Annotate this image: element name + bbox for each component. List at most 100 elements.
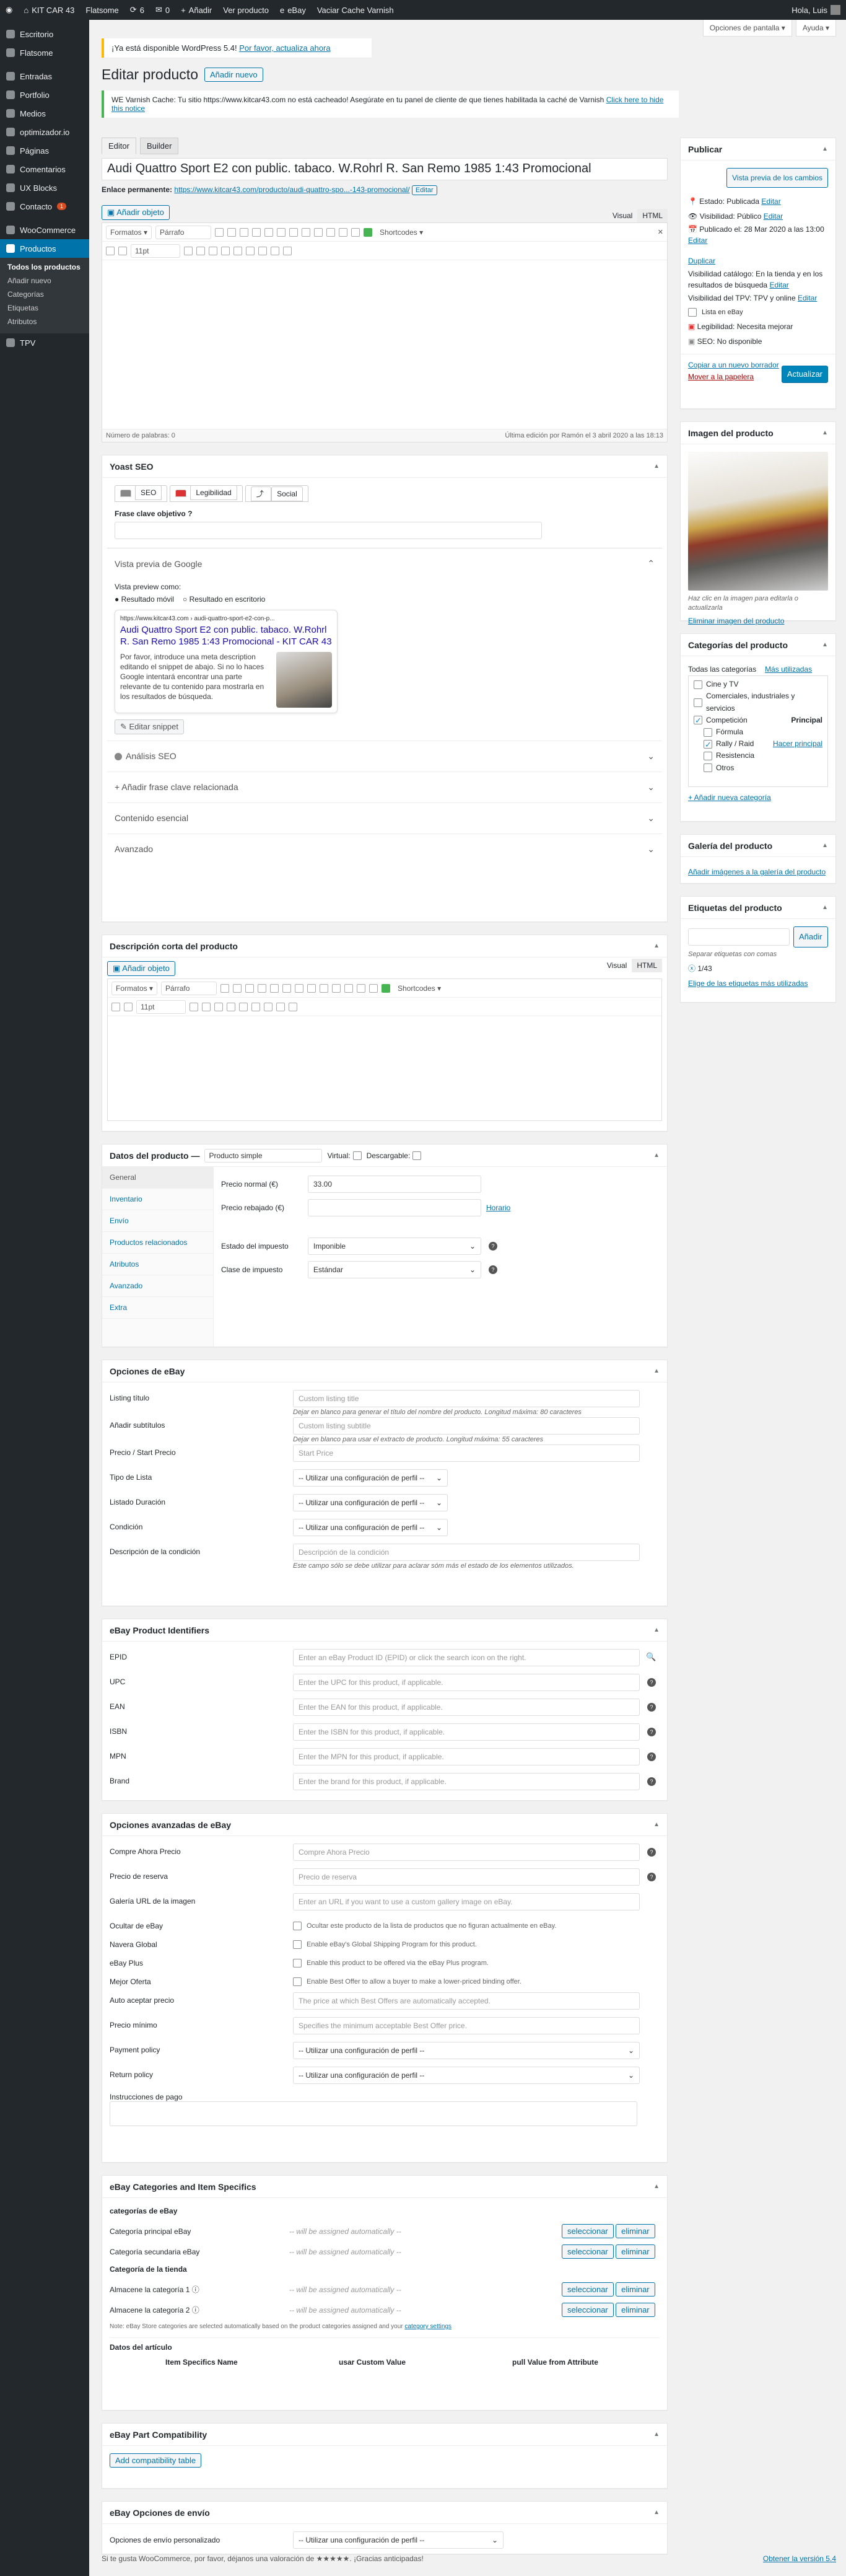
pd-tab-extra[interactable]: Extra	[102, 1297, 213, 1319]
tab-builder[interactable]: Builder	[139, 138, 179, 154]
visual-tab[interactable]: Visual	[608, 209, 637, 222]
category-item[interactable]: CompeticiónPrincipal	[694, 714, 822, 728]
paste-text-icon[interactable]	[196, 246, 205, 255]
remove-store-cat-1-button[interactable]: eliminar	[616, 2282, 655, 2297]
ebay-adv-checkbox-row[interactable]: Ocultar este producto de la lista de pro…	[293, 1918, 640, 1930]
toolbar-toggle-icon[interactable]	[351, 227, 360, 237]
undo-icon[interactable]	[258, 246, 267, 255]
short-paragraph-dropdown[interactable]: Párrafo	[161, 981, 217, 995]
ebay-adv-input[interactable]: The price at which Best Offers are autom…	[293, 1992, 640, 2010]
ebay-adv-checkbox[interactable]	[293, 1977, 302, 1986]
brand-input[interactable]: Enter the brand for this product, if app…	[293, 1773, 640, 1790]
redo-icon[interactable]	[271, 246, 279, 255]
link-icon[interactable]	[314, 227, 323, 237]
yoast-tab-social[interactable]: ⤴ Social	[245, 485, 308, 502]
sidebar-item-ux-blocks[interactable]: UX Blocks	[0, 178, 89, 197]
short-html-tab[interactable]: HTML	[632, 959, 662, 972]
align-right-icon[interactable]	[302, 227, 311, 237]
ebay-adv-input[interactable]: Specifies the minimum acceptable Best Of…	[293, 2017, 640, 2034]
category-item[interactable]: Cine y TV	[694, 679, 822, 690]
preview-changes-button[interactable]: Vista previa de los cambios	[726, 168, 828, 188]
listing-subtitle-input[interactable]: Custom listing subtitle	[293, 1417, 640, 1435]
sidebar-item-portfolio[interactable]: Portfolio	[0, 86, 89, 104]
upc-input[interactable]: Enter the UPC for this product, if appli…	[293, 1674, 640, 1691]
more-tag-icon[interactable]	[339, 227, 348, 237]
remove-image-link[interactable]: Eliminar imagen del producto	[688, 617, 784, 625]
updates-link[interactable]: ⟳ 6	[124, 5, 150, 15]
bold-icon[interactable]	[215, 227, 224, 237]
mpn-input[interactable]: Enter the MPN for this product, if appli…	[293, 1748, 640, 1765]
short-shortcodes-dropdown[interactable]: Shortcodes ▾	[394, 982, 445, 995]
short-add-media-button[interactable]: ▣ Añadir objeto	[107, 961, 175, 976]
align-left-icon[interactable]	[282, 983, 292, 993]
strikethrough-icon[interactable]	[111, 1002, 120, 1011]
tab-all-categories[interactable]: Todas las categorías	[688, 664, 756, 675]
listing-duration-select[interactable]: -- Utilizar una configuración de perfil …	[293, 1494, 448, 1511]
ebay-link[interactable]: e eBay	[274, 6, 312, 15]
yoast-header[interactable]: Yoast SEO ▲	[102, 455, 667, 478]
link-icon[interactable]	[320, 983, 329, 993]
remove-tag-icon[interactable]: ⓧ	[688, 964, 697, 973]
product-type-select[interactable]: Producto simple	[204, 1148, 323, 1163]
category-checkbox[interactable]	[694, 714, 702, 728]
quote-icon[interactable]	[270, 983, 279, 993]
wp-logo-icon[interactable]: ◉	[0, 5, 18, 15]
italic-icon[interactable]	[233, 983, 242, 993]
add-category-link[interactable]: + Añadir nueva categoría	[688, 792, 828, 804]
align-center-icon[interactable]	[295, 983, 304, 993]
tab-editor[interactable]: Editor	[102, 138, 136, 154]
category-item[interactable]: Otros	[694, 762, 822, 774]
publish-header[interactable]: Publicar ▲	[681, 138, 835, 160]
permalink-edit-button[interactable]: Editar	[411, 185, 437, 195]
seo-analysis-header[interactable]: Análisis SEO ⌄	[107, 740, 662, 771]
question-icon[interactable]: ?	[188, 509, 192, 518]
select-store-cat-1-button[interactable]: seleccionar	[562, 2282, 614, 2297]
condition-select[interactable]: -- Utilizar una configuración de perfil …	[293, 1519, 448, 1536]
ebay-adv-input[interactable]: Enter an URL if you want to use a custom…	[293, 1893, 640, 1910]
clear-format-icon[interactable]	[209, 246, 217, 255]
yoast-tab-seo[interactable]: SEO	[115, 485, 168, 502]
radio-mobile[interactable]: ● Resultado móvil	[115, 595, 174, 604]
pd-tab-inventory[interactable]: Inventario	[102, 1189, 213, 1210]
isbn-input[interactable]: Enter the ISBN for this product, if appl…	[293, 1723, 640, 1741]
sidebar-item-medios[interactable]: Medios	[0, 104, 89, 123]
bullet-list-icon[interactable]	[245, 983, 255, 993]
align-left-icon[interactable]	[277, 227, 286, 237]
category-checkbox[interactable]	[704, 728, 712, 737]
numbered-list-icon[interactable]	[252, 227, 261, 237]
choose-tags-link[interactable]: Elige de las etiquetas más utilizadas	[688, 979, 808, 988]
account-menu[interactable]: Hola, Luis	[786, 5, 846, 15]
paste-text-icon[interactable]	[202, 1002, 211, 1011]
footer-version-link[interactable]: Obtener la versión 5.4	[763, 2554, 836, 2563]
strikethrough-icon[interactable]	[106, 246, 115, 255]
bullet-list-icon[interactable]	[240, 227, 249, 237]
ean-input[interactable]: Enter the EAN for this product, if appli…	[293, 1699, 640, 1716]
ebay-options-header[interactable]: Opciones de eBay ▲	[102, 1360, 667, 1383]
ebay-adv-checkbox[interactable]	[293, 1922, 302, 1930]
sidebar-item-optimizador[interactable]: optimizador.io	[0, 123, 89, 141]
align-right-icon[interactable]	[307, 983, 316, 993]
category-item[interactable]: Resistencia	[694, 750, 822, 762]
ebay-identifiers-header[interactable]: eBay Product Identifiers ▲	[102, 1619, 667, 1642]
move-trash-link[interactable]: Mover a la papelera	[688, 372, 754, 381]
site-name-link[interactable]: ⌂ KIT CAR 43	[18, 6, 80, 15]
sidebar-item-escritorio[interactable]: Escritorio	[0, 25, 89, 43]
outdent-icon[interactable]	[233, 246, 242, 255]
formats-dropdown[interactable]: Formatos ▾	[106, 225, 152, 239]
ebay-advanced-header[interactable]: Opciones avanzadas de eBay ▲	[102, 1814, 667, 1836]
ebay-adv-checkbox-row[interactable]: Enable Best Offer to allow a buyer to ma…	[293, 1974, 640, 1986]
outdent-icon[interactable]	[239, 1002, 248, 1011]
category-checkbox[interactable]	[704, 739, 712, 752]
submenu-add-new[interactable]: Añadir nuevo	[0, 274, 89, 288]
submenu-categories[interactable]: Categorías	[0, 288, 89, 301]
sidebar-item-woocommerce[interactable]: WooCommerce	[0, 221, 89, 239]
epid-input[interactable]: Enter an eBay Product ID (EPID) or click…	[293, 1649, 640, 1666]
sidebar-item-productos[interactable]: Productos	[0, 239, 89, 258]
ebay-categories-header[interactable]: eBay Categories and Item Specifics ▲	[102, 2176, 667, 2198]
quote-icon[interactable]	[264, 227, 274, 237]
tax-class-select[interactable]: Estándar ⌄	[308, 1261, 481, 1278]
cornerstone-header[interactable]: Contenido esencial ⌄	[107, 802, 662, 833]
numbered-list-icon[interactable]	[258, 983, 267, 993]
more-tag-icon[interactable]	[344, 983, 354, 993]
permalink-url[interactable]: https://www.kitcar43.com/producto/audi-q…	[174, 185, 409, 194]
